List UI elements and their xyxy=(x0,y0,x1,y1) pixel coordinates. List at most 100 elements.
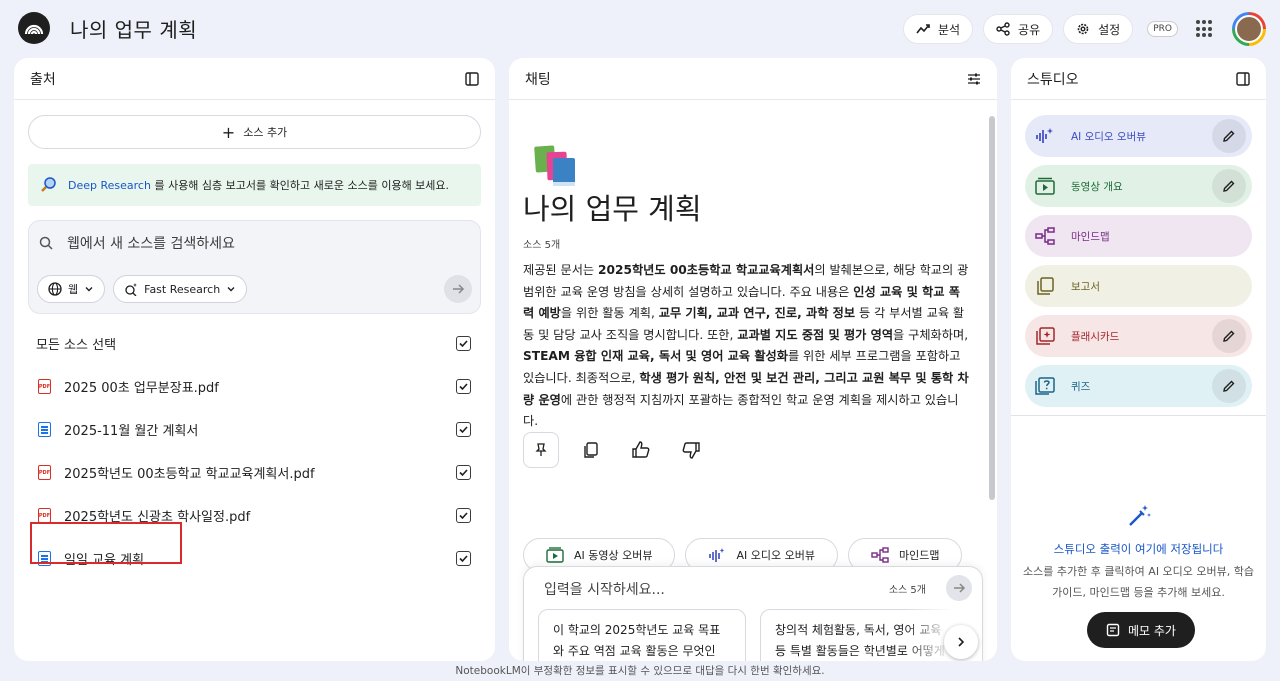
source-label: 2025 00초 업무분장표.pdf xyxy=(64,381,219,396)
source-item[interactable]: PDF 2025학년도 00초등학교 학교교육계획서.pdf xyxy=(14,451,495,494)
collapse-panel-icon[interactable] xyxy=(1236,71,1250,86)
studio-item[interactable]: 플래시카드 xyxy=(1025,315,1252,357)
edit-pencil-icon[interactable] xyxy=(1212,319,1246,353)
avatar[interactable] xyxy=(1232,12,1266,46)
select-all-checkbox[interactable] xyxy=(456,336,471,351)
pdf-file-icon: PDF xyxy=(38,508,56,523)
report-icon xyxy=(1035,277,1055,295)
audio-sparkle-icon xyxy=(709,548,725,562)
tune-icon[interactable] xyxy=(967,72,981,86)
pdf-file-icon: PDF xyxy=(38,465,56,480)
notebooklm-logo-icon[interactable] xyxy=(18,12,50,44)
studio-item[interactable]: AI 오디오 오버뷰 xyxy=(1025,115,1252,157)
edit-pencil-icon[interactable] xyxy=(1212,169,1246,203)
notebook-title[interactable]: 나의 업무 계획 xyxy=(70,14,197,43)
audio-overview-icon xyxy=(1035,127,1055,145)
source-label: 2025-11월 월간 계획서 xyxy=(64,424,199,439)
chevron-down-icon xyxy=(227,287,235,292)
analyze-button[interactable]: 분석 xyxy=(902,14,974,44)
pro-badge: PRO xyxy=(1147,21,1178,37)
add-note-button[interactable]: 메모 추가 xyxy=(1087,612,1195,648)
add-source-button[interactable]: + 소스 추가 xyxy=(28,115,481,149)
studio-header: 스튜디오 xyxy=(1027,71,1079,88)
apps-grid-icon[interactable] xyxy=(1196,20,1214,38)
summary-bold-text: 교과별 지도 중점 및 평가 영역 xyxy=(737,327,894,342)
source-checkbox[interactable] xyxy=(456,465,471,480)
source-item[interactable]: PDF 2025 00초 업무분장표.pdf xyxy=(14,365,495,408)
studio-item[interactable]: 퀴즈 xyxy=(1025,365,1252,407)
chat-input[interactable]: 입력을 시작하세요... xyxy=(544,579,665,599)
magic-wand-icon xyxy=(1128,505,1151,526)
video-icon xyxy=(546,547,564,563)
search-icon xyxy=(39,236,53,250)
summary-bold-text: 2025학년도 00초등학교 학교교육계획서 xyxy=(598,263,815,277)
settings-button[interactable]: 설정 xyxy=(1063,14,1134,44)
mindmap-icon xyxy=(871,547,889,563)
studio-item-label: 마인드맵 xyxy=(1071,230,1110,243)
studio-item[interactable]: 마인드맵 xyxy=(1025,215,1252,257)
deep-research-link[interactable]: Deep Research xyxy=(68,179,151,192)
next-questions-button[interactable] xyxy=(944,625,978,659)
chat-input-card: 입력을 시작하세요... 소스 5개 이 학교의 2025학년도 교육 목표와 … xyxy=(523,566,983,661)
summary-text: 제공된 문서는 xyxy=(523,263,599,277)
chevron-down-icon xyxy=(85,287,93,292)
studio-empty-title: 스튜디오 출력이 여기에 저장됩니다 xyxy=(1053,542,1224,556)
pin-icon xyxy=(535,443,547,456)
source-label: 2025학년도 00초등학교 학교교육계획서.pdf xyxy=(64,467,315,482)
chat-notebook-title: 나의 업무 계획 xyxy=(523,192,702,226)
studio-item-label: AI 오디오 오버뷰 xyxy=(1071,130,1146,143)
save-note-button[interactable] xyxy=(523,432,559,468)
chat-scrollbar[interactable] xyxy=(989,116,995,500)
thumbs-up-icon xyxy=(632,441,650,458)
source-count: 소스 5개 xyxy=(523,240,561,251)
summary-text: 에 관한 행정적 지침까지 포괄하는 종합적인 학교 운영 계획을 제시하고 있… xyxy=(523,392,959,429)
thumbs-up-button[interactable] xyxy=(623,432,659,468)
summary-text: 을 구체화하며, xyxy=(893,327,969,342)
copy-icon xyxy=(584,442,598,458)
research-mode-dropdown[interactable]: Fast Research xyxy=(113,275,248,303)
input-source-count: 소스 5개 xyxy=(888,585,926,596)
share-button[interactable]: 공유 xyxy=(983,14,1054,44)
chevron-right-icon xyxy=(958,637,965,647)
source-checkbox[interactable] xyxy=(456,379,471,394)
source-checkbox[interactable] xyxy=(456,422,471,437)
collapse-panel-icon[interactable] xyxy=(465,71,479,86)
mindmap-icon xyxy=(1035,227,1055,245)
source-checkbox[interactable] xyxy=(456,551,471,566)
studio-item-label: 퀴즈 xyxy=(1071,380,1091,393)
search-input[interactable]: 웹에서 새 소스를 검색하세요 xyxy=(67,233,235,253)
quiz-icon xyxy=(1035,377,1055,395)
video-overview-icon xyxy=(1035,177,1055,195)
edit-pencil-icon[interactable] xyxy=(1212,369,1246,403)
studio-item-label: 동영상 개요 xyxy=(1071,180,1123,193)
send-button[interactable] xyxy=(946,575,972,601)
studio-panel: 스튜디오 AI 오디오 오버뷰동영상 개요마인드맵보고서플래시카드퀴즈 스튜디오… xyxy=(1011,58,1266,661)
studio-item[interactable]: 보고서 xyxy=(1025,265,1252,307)
studio-item[interactable]: 동영상 개요 xyxy=(1025,165,1252,207)
source-checkbox[interactable] xyxy=(456,508,471,523)
deep-research-banner[interactable]: Deep Research 를 사용해 심층 보고서를 확인하고 새로운 소스를… xyxy=(28,164,481,206)
arrow-right-icon xyxy=(954,583,966,593)
suggested-question-card[interactable]: 이 학교의 2025학년도 교육 목표와 주요 역점 교육 활동은 무엇인가? xyxy=(538,609,746,661)
edit-pencil-icon[interactable] xyxy=(1212,119,1246,153)
studio-item-label: 플래시카드 xyxy=(1071,330,1120,343)
copy-button[interactable] xyxy=(573,432,609,468)
web-source-dropdown[interactable]: 웹 xyxy=(37,275,106,303)
globe-icon xyxy=(48,282,62,296)
studio-item-label: 보고서 xyxy=(1071,280,1100,293)
divider xyxy=(1011,415,1266,416)
books-emoji-icon xyxy=(534,145,575,186)
highlight-annotation xyxy=(30,522,182,564)
web-search-box: 웹에서 새 소스를 검색하세요 웹 Fast Research xyxy=(28,220,481,314)
pdf-file-icon: PDF xyxy=(38,379,56,394)
summary-text: 을 위한 활동 계획, xyxy=(560,306,659,321)
flashcard-icon xyxy=(1035,327,1055,345)
top-bar: 나의 업무 계획 분석 공유 설정 PRO xyxy=(0,0,1280,58)
select-all-row[interactable]: 모든 소스 선택 xyxy=(14,322,495,365)
search-magnifier-icon xyxy=(41,177,56,192)
thumbs-down-button[interactable] xyxy=(673,432,709,468)
source-item[interactable]: 2025-11월 월간 계획서 xyxy=(14,408,495,451)
plus-icon: + xyxy=(221,122,236,142)
search-submit-button[interactable] xyxy=(444,275,472,303)
thumbs-down-icon xyxy=(682,442,700,459)
